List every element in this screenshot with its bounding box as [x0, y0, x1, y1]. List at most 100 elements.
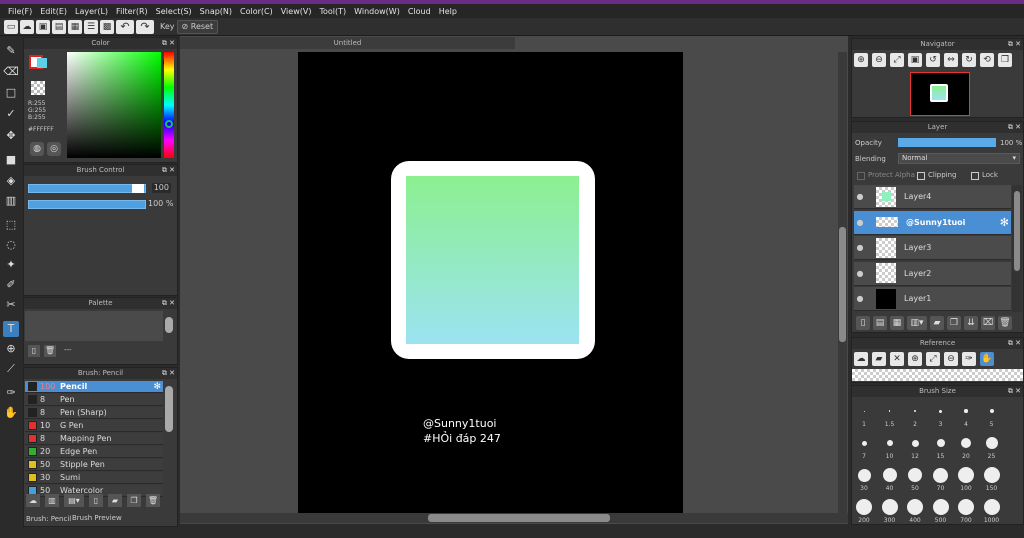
- brush-add-icon[interactable]: ▤▾: [64, 494, 84, 507]
- tab-brush-preview[interactable]: Brush Preview: [72, 514, 122, 522]
- document-tab[interactable]: Untitled: [180, 37, 515, 49]
- reference-view[interactable]: [852, 369, 1023, 381]
- lock-checkbox[interactable]: [971, 172, 979, 180]
- layer-row[interactable]: ● Layer4: [854, 185, 1011, 209]
- background-color-swatch[interactable]: [37, 58, 47, 68]
- operation-tool-icon[interactable]: ⊕: [3, 341, 19, 357]
- layer-scroll-thumb[interactable]: [1014, 191, 1020, 271]
- panel-close-icon[interactable]: ⧉ ✕: [1008, 386, 1021, 397]
- brush-size-dot[interactable]: [936, 439, 945, 447]
- brush-list-scrollbar[interactable]: [165, 386, 173, 432]
- new-layer-1bit-icon[interactable]: ▦: [890, 316, 904, 330]
- cloud-brush-icon[interactable]: ☁: [26, 494, 40, 507]
- transparent-swatch[interactable]: [31, 81, 45, 95]
- panel-close-icon[interactable]: ⧉ ✕: [162, 298, 175, 309]
- menu-item-9[interactable]: Window(W): [350, 7, 404, 16]
- reference-zoom-in-icon[interactable]: ⊕: [908, 352, 922, 366]
- list-icon[interactable]: ☰: [84, 19, 98, 34]
- eyedropper-icon[interactable]: ⟋: [3, 361, 19, 377]
- flip-icon[interactable]: ⇔: [944, 53, 958, 67]
- gear-icon[interactable]: ✻: [153, 382, 161, 392]
- clear-layer-icon[interactable]: ⌧: [981, 316, 995, 330]
- brush-size-dot[interactable]: [939, 409, 942, 413]
- dropper-icon[interactable]: ✑: [3, 385, 19, 401]
- brush-size-dot[interactable]: [985, 437, 998, 449]
- menu-item-6[interactable]: Color(C): [236, 7, 277, 16]
- horizontal-scroll-thumb[interactable]: [428, 514, 610, 522]
- zoom-out-icon[interactable]: ⊖: [872, 53, 886, 67]
- gear-icon[interactable]: ✻: [1000, 216, 1009, 229]
- vertical-scrollbar[interactable]: [838, 52, 847, 513]
- eye-icon[interactable]: ●: [854, 294, 866, 303]
- palette-swatches[interactable]: [25, 311, 163, 341]
- layer-row[interactable]: ● Layer1: [854, 287, 1011, 311]
- brush-delete-icon[interactable]: 🗑: [146, 494, 160, 507]
- color-spectrum[interactable]: [67, 52, 161, 158]
- actual-size-icon[interactable]: ▣: [908, 53, 922, 67]
- palette-scrollbar[interactable]: [165, 317, 173, 333]
- new-palette-icon[interactable]: ▯: [28, 345, 40, 357]
- clipping-checkbox[interactable]: [917, 172, 925, 180]
- brush-row[interactable]: 10 G Pen: [25, 420, 163, 432]
- document-icon[interactable]: ▦: [68, 19, 82, 34]
- brush-row[interactable]: 8 Mapping Pen: [25, 433, 163, 445]
- duplicate-layer-icon[interactable]: ❐: [947, 316, 961, 330]
- layer-opacity-slider[interactable]: [898, 138, 996, 147]
- zoom-in-icon[interactable]: ⊕: [854, 53, 868, 67]
- vertical-scroll-thumb[interactable]: [839, 227, 846, 342]
- panel-close-icon[interactable]: ⧉ ✕: [162, 38, 175, 49]
- brush-size-dot[interactable]: [857, 468, 871, 482]
- brush-size-dot[interactable]: [907, 499, 923, 515]
- brush-row[interactable]: 8 Pen (Sharp): [25, 407, 163, 419]
- menu-item-10[interactable]: Cloud: [404, 7, 435, 16]
- menu-item-0[interactable]: File(F): [4, 7, 36, 16]
- brush-size-dot[interactable]: [886, 440, 893, 446]
- menu-item-4[interactable]: Select(S): [152, 7, 196, 16]
- copy-view-icon[interactable]: ❐: [998, 53, 1012, 67]
- menu-item-11[interactable]: Help: [435, 7, 461, 16]
- brush-tool-icon[interactable]: ✎: [3, 43, 19, 59]
- panel-close-icon[interactable]: ⧉ ✕: [1008, 39, 1021, 50]
- reference-fit-icon[interactable]: ⤢: [926, 352, 940, 366]
- brush-row[interactable]: 8 Pen: [25, 394, 163, 406]
- undo-icon[interactable]: ↶: [116, 19, 134, 34]
- hue-slider-handle[interactable]: [165, 120, 173, 128]
- select-rect-icon[interactable]: ⬚: [3, 217, 19, 233]
- save-icon[interactable]: ▣: [36, 19, 50, 34]
- brush-size-dot[interactable]: [961, 438, 971, 448]
- grid-icon[interactable]: ▩: [100, 19, 114, 34]
- brush-size-dot[interactable]: [861, 440, 867, 446]
- color-mix-icon[interactable]: ◎: [47, 142, 61, 156]
- hand-tool-icon[interactable]: ✋: [3, 405, 19, 421]
- brush-size-dot[interactable]: [914, 410, 916, 412]
- fill-rect-tool-icon[interactable]: ■: [3, 152, 19, 168]
- brush-size-dot[interactable]: [881, 499, 898, 515]
- merge-layer-icon[interactable]: ⇊: [964, 316, 978, 330]
- reference-cloud-icon[interactable]: ☁: [854, 352, 868, 366]
- navigator-thumbnail[interactable]: [910, 72, 970, 116]
- brush-size-dot[interactable]: [856, 499, 872, 515]
- panel-close-icon[interactable]: ⧉ ✕: [1008, 338, 1021, 349]
- redo-icon[interactable]: ↷: [136, 19, 154, 34]
- horizontal-scrollbar[interactable]: [180, 513, 848, 523]
- rotate-right-icon[interactable]: ↻: [962, 53, 976, 67]
- magic-wand-icon[interactable]: ✦: [3, 257, 19, 273]
- brush-row[interactable]: 50 Stipple Pen: [25, 459, 163, 471]
- brush-size-slider[interactable]: [28, 184, 146, 193]
- brush-size-dot[interactable]: [882, 468, 897, 482]
- brush-size-dot[interactable]: [933, 467, 948, 483]
- reset-view-icon[interactable]: ⟲: [980, 53, 994, 67]
- delete-layer-icon[interactable]: 🗑: [998, 316, 1012, 330]
- brush-folder-icon[interactable]: ▰: [108, 494, 122, 507]
- hue-slider[interactable]: [164, 52, 174, 158]
- brush-size-dot[interactable]: [989, 409, 994, 413]
- eraser-tool-icon[interactable]: ⌫: [3, 64, 19, 80]
- brush-size-dot[interactable]: [888, 410, 891, 412]
- menu-item-3[interactable]: Filter(R): [112, 7, 152, 16]
- color-wheel-icon[interactable]: ◍: [30, 142, 44, 156]
- select-pen-icon[interactable]: ✐: [3, 277, 19, 293]
- reference-dropper-icon[interactable]: ✑: [962, 352, 976, 366]
- brush-size-dot[interactable]: [983, 499, 1000, 515]
- new-folder-icon[interactable]: ▰: [930, 316, 944, 330]
- new-layer-8bit-icon[interactable]: ▤: [873, 316, 887, 330]
